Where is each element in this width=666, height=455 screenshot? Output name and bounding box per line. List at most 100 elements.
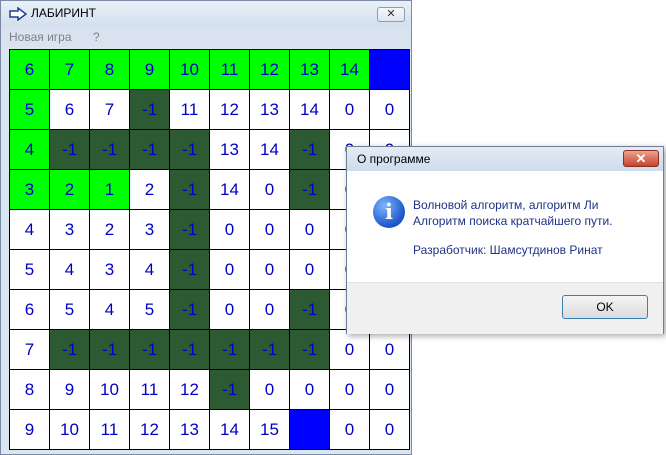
ok-button[interactable]: OK <box>562 295 648 319</box>
maze-cell[interactable]: 5 <box>10 90 49 129</box>
maze-cell[interactable]: 12 <box>210 90 249 129</box>
maze-cell[interactable]: 3 <box>130 210 169 249</box>
maze-cell[interactable]: 10 <box>170 50 209 89</box>
maze-cell[interactable]: 14 <box>250 130 289 169</box>
maze-cell[interactable]: 2 <box>130 170 169 209</box>
maze-cell[interactable]: 0 <box>370 330 409 369</box>
maze-cell[interactable]: 0 <box>290 370 329 409</box>
maze-cell[interactable]: 0 <box>370 410 409 449</box>
maze-cell[interactable]: -1 <box>170 290 209 329</box>
maze-cell[interactable]: 6 <box>10 290 49 329</box>
window-close-button[interactable]: ✕ <box>377 7 405 22</box>
maze-cell[interactable]: -1 <box>170 210 209 249</box>
maze-cell[interactable]: 9 <box>130 50 169 89</box>
maze-cell[interactable] <box>290 410 329 449</box>
maze-cell[interactable]: 7 <box>90 90 129 129</box>
maze-cell[interactable]: 13 <box>290 50 329 89</box>
maze-cell[interactable]: 8 <box>90 50 129 89</box>
maze-window-titlebar[interactable]: ЛАБИРИНТ ✕ <box>1 1 411 27</box>
maze-cell[interactable]: -1 <box>170 250 209 289</box>
maze-cell[interactable]: 0 <box>290 210 329 249</box>
maze-cell[interactable]: 12 <box>250 50 289 89</box>
maze-cell[interactable]: 0 <box>250 210 289 249</box>
maze-cell[interactable]: 12 <box>130 410 169 449</box>
maze-cell[interactable]: 4 <box>90 290 129 329</box>
maze-cell[interactable]: 4 <box>10 130 49 169</box>
maze-cell[interactable]: -1 <box>170 130 209 169</box>
maze-cell[interactable]: 5 <box>50 290 89 329</box>
maze-cell[interactable]: 0 <box>250 290 289 329</box>
maze-cell[interactable]: 7 <box>10 330 49 369</box>
maze-cell[interactable]: 11 <box>90 410 129 449</box>
maze-cell[interactable]: 2 <box>90 210 129 249</box>
maze-cell[interactable]: -1 <box>130 330 169 369</box>
maze-cell[interactable]: 6 <box>50 90 89 129</box>
maze-cell[interactable]: 0 <box>250 370 289 409</box>
maze-cell[interactable]: 0 <box>370 370 409 409</box>
maze-cell[interactable]: 9 <box>50 370 89 409</box>
maze-cell[interactable]: 14 <box>210 170 249 209</box>
maze-cell[interactable]: 0 <box>290 250 329 289</box>
maze-cell[interactable]: 0 <box>330 90 369 129</box>
maze-cell[interactable]: 0 <box>330 370 369 409</box>
maze-cell[interactable]: 0 <box>210 210 249 249</box>
maze-cell[interactable]: 2 <box>50 170 89 209</box>
maze-cell[interactable]: 9 <box>10 410 49 449</box>
maze-cell[interactable]: -1 <box>210 330 249 369</box>
about-dialog-body: i Волновой алгоритм, алгоритм Ли Алгорит… <box>347 171 663 282</box>
maze-cell[interactable]: 0 <box>330 330 369 369</box>
maze-cell[interactable]: -1 <box>130 90 169 129</box>
maze-cell[interactable]: 3 <box>10 170 49 209</box>
window-title: ЛАБИРИНТ <box>31 6 97 20</box>
about-dialog-titlebar[interactable]: О программе ✕ <box>347 147 663 171</box>
maze-cell[interactable]: 0 <box>370 90 409 129</box>
maze-cell[interactable]: 4 <box>130 250 169 289</box>
maze-cell[interactable]: 3 <box>50 210 89 249</box>
maze-cell[interactable]: -1 <box>290 130 329 169</box>
maze-cell[interactable]: 13 <box>170 410 209 449</box>
maze-cell[interactable]: -1 <box>250 330 289 369</box>
maze-cell[interactable]: -1 <box>50 130 89 169</box>
maze-cell[interactable]: 14 <box>210 410 249 449</box>
maze-cell[interactable]: 12 <box>170 370 209 409</box>
maze-cell[interactable]: 14 <box>290 90 329 129</box>
maze-cell[interactable]: -1 <box>210 370 249 409</box>
maze-cell[interactable]: 0 <box>250 250 289 289</box>
maze-cell[interactable]: 13 <box>210 130 249 169</box>
maze-cell[interactable]: 0 <box>210 290 249 329</box>
maze-cell[interactable]: 0 <box>250 170 289 209</box>
maze-cell[interactable]: 4 <box>10 210 49 249</box>
about-dialog-close-button[interactable]: ✕ <box>623 150 659 167</box>
maze-cell[interactable]: 0 <box>210 250 249 289</box>
maze-cell[interactable]: 5 <box>130 290 169 329</box>
maze-cell[interactable]: 6 <box>10 50 49 89</box>
maze-cell[interactable]: 15 <box>250 410 289 449</box>
maze-cell[interactable]: -1 <box>170 330 209 369</box>
maze-cell[interactable]: 11 <box>210 50 249 89</box>
maze-cell[interactable]: -1 <box>90 330 129 369</box>
maze-cell[interactable]: 4 <box>50 250 89 289</box>
about-line-developer: Разработчик: Шамсутдинов Ринат <box>413 243 603 257</box>
maze-cell[interactable]: 10 <box>50 410 89 449</box>
maze-cell[interactable]: 7 <box>50 50 89 89</box>
maze-cell[interactable] <box>370 50 409 89</box>
maze-cell[interactable]: 11 <box>170 90 209 129</box>
maze-cell[interactable]: 1 <box>90 170 129 209</box>
maze-cell[interactable]: -1 <box>290 330 329 369</box>
maze-cell[interactable]: 11 <box>130 370 169 409</box>
maze-cell[interactable]: 13 <box>250 90 289 129</box>
maze-cell[interactable]: -1 <box>290 170 329 209</box>
maze-cell[interactable]: 8 <box>10 370 49 409</box>
maze-cell[interactable]: -1 <box>290 290 329 329</box>
maze-cell[interactable]: -1 <box>50 330 89 369</box>
maze-cell[interactable]: -1 <box>90 130 129 169</box>
maze-cell[interactable]: 10 <box>90 370 129 409</box>
menu-new-game[interactable]: Новая игра <box>9 30 72 44</box>
menu-help[interactable]: ? <box>93 30 100 44</box>
maze-cell[interactable]: 14 <box>330 50 369 89</box>
maze-cell[interactable]: -1 <box>130 130 169 169</box>
maze-cell[interactable]: 3 <box>90 250 129 289</box>
maze-cell[interactable]: 0 <box>330 410 369 449</box>
maze-cell[interactable]: -1 <box>170 170 209 209</box>
maze-cell[interactable]: 5 <box>10 250 49 289</box>
